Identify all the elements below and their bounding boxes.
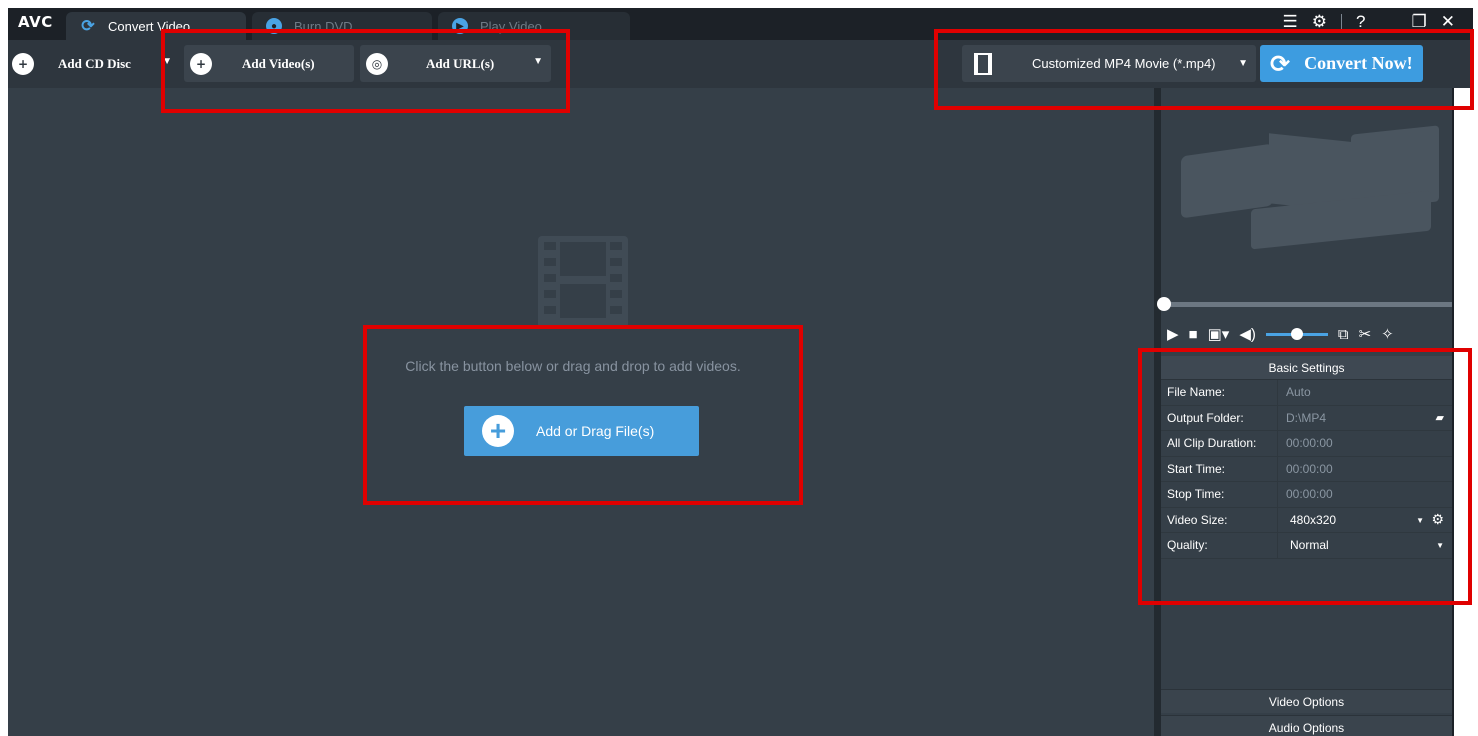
film-placeholder-icon	[538, 236, 628, 328]
scissors-icon[interactable]: ✂	[1359, 325, 1372, 343]
volume-slider[interactable]	[1265, 327, 1328, 340]
seek-handle[interactable]	[1157, 297, 1171, 311]
highlight-convert-area	[934, 29, 1474, 110]
volume-handle[interactable]	[1290, 327, 1303, 340]
add-cd-disc-label: Add CD Disc	[58, 55, 131, 71]
refresh-icon: ⟳	[81, 18, 95, 35]
add-disc-icon: +	[12, 52, 34, 75]
player-controls: ▶ ■ ▣▾ ◀) ⧉ ✂ ✧	[1167, 324, 1447, 344]
preview-area	[1161, 88, 1452, 300]
audio-options-header[interactable]: Audio Options	[1161, 715, 1452, 736]
snapshot-icon[interactable]: ▣▾	[1208, 325, 1230, 343]
add-cd-disc-button[interactable]: + Add CD Disc ▼	[8, 45, 180, 82]
highlight-basic-settings	[1138, 348, 1472, 605]
highlight-add-files	[363, 325, 803, 505]
video-options-header[interactable]: Video Options	[1161, 689, 1452, 713]
crop-icon[interactable]: ⧉	[1338, 326, 1349, 343]
divider	[1341, 14, 1343, 30]
film-ribbon-logo	[1181, 125, 1441, 260]
play-icon[interactable]: ▶	[1167, 325, 1179, 343]
highlight-add-buttons	[161, 29, 570, 113]
magic-wand-icon[interactable]: ✧	[1381, 325, 1394, 343]
seek-bar[interactable]	[1157, 297, 1452, 311]
stop-icon[interactable]: ■	[1189, 326, 1198, 343]
volume-icon[interactable]: ◀)	[1239, 325, 1256, 343]
app-logo: AVC	[18, 13, 53, 31]
